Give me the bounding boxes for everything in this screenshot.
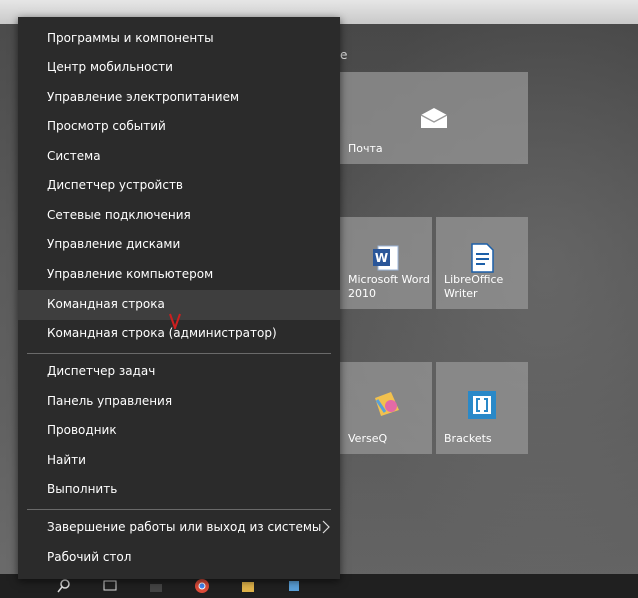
menu-item-programs-features[interactable]: Программы и компоненты	[18, 24, 340, 54]
menu-item-search[interactable]: Найти	[18, 446, 340, 476]
menu-item-run[interactable]: Выполнить	[18, 475, 340, 505]
tile-word[interactable]: W Microsoft Word 2010	[340, 217, 432, 309]
menu-item-control-panel[interactable]: Панель управления	[18, 387, 340, 417]
annotation-checkmark-icon	[169, 313, 181, 333]
menu-item-label: Управление дисками	[47, 237, 181, 251]
chrome-icon[interactable]	[194, 578, 212, 594]
menu-item-power-options[interactable]: Управление электропитанием	[18, 83, 340, 113]
menu-item-label: Центр мобильности	[47, 60, 173, 74]
tile-brackets-label: Brackets	[444, 432, 492, 445]
menu-item-event-viewer[interactable]: Просмотр событий	[18, 112, 340, 142]
mail-icon	[418, 106, 450, 130]
menu-item-computer-management[interactable]: Управление компьютером	[18, 260, 340, 290]
menu-item-label: Проводник	[47, 423, 117, 437]
menu-item-label: Просмотр событий	[47, 119, 166, 133]
tile-mail[interactable]: Почта	[340, 72, 528, 164]
taskbar-app-icon-3[interactable]	[286, 578, 304, 594]
taskbar-app-icon[interactable]	[148, 578, 166, 594]
menu-item-label: Система	[47, 149, 101, 163]
word-icon: W	[371, 243, 401, 273]
menu-item-label: Выполнить	[47, 482, 118, 496]
tile-mail-label: Почта	[348, 142, 383, 155]
menu-item-file-explorer[interactable]: Проводник	[18, 416, 340, 446]
menu-item-system[interactable]: Система	[18, 142, 340, 172]
menu-separator	[27, 509, 331, 510]
menu-item-label: Диспетчер задач	[47, 364, 156, 378]
search-icon[interactable]	[56, 578, 74, 594]
task-view-icon[interactable]	[102, 578, 120, 594]
menu-item-label: Сетевые подключения	[47, 208, 191, 222]
menu-item-label: Программы и компоненты	[47, 31, 214, 45]
verseq-icon	[370, 388, 404, 420]
menu-separator	[27, 353, 331, 354]
menu-item-label: Командная строка (администратор)	[47, 326, 277, 340]
menu-item-label: Командная строка	[47, 297, 165, 311]
menu-item-label: Диспетчер устройств	[47, 178, 184, 192]
tile-verseq-label: VerseQ	[348, 432, 388, 445]
menu-item-desktop[interactable]: Рабочий стол	[18, 543, 340, 573]
chevron-right-icon	[322, 520, 330, 537]
menu-item-label: Завершение работы или выход из системы	[47, 520, 322, 534]
taskbar-app-icon-2[interactable]	[240, 578, 258, 594]
tile-libreoffice-label: LibreOffice Writer	[444, 273, 504, 300]
tile-group-label: е	[340, 48, 348, 62]
winx-context-menu: Программы и компоненты Центр мобильности…	[18, 17, 340, 579]
menu-item-label: Управление компьютером	[47, 267, 214, 281]
writer-icon	[467, 243, 497, 273]
tile-brackets[interactable]: Brackets	[436, 362, 528, 454]
menu-item-label: Рабочий стол	[47, 550, 132, 564]
menu-item-disk-management[interactable]: Управление дисками	[18, 230, 340, 260]
menu-item-label: Управление электропитанием	[47, 90, 239, 104]
tile-libreoffice-writer[interactable]: LibreOffice Writer	[436, 217, 528, 309]
svg-text:W: W	[375, 251, 388, 265]
menu-item-label: Панель управления	[47, 394, 173, 408]
menu-item-label: Найти	[47, 453, 86, 467]
tile-verseq[interactable]: VerseQ	[340, 362, 432, 454]
tile-word-label: Microsoft Word 2010	[348, 273, 430, 300]
brackets-icon	[467, 390, 497, 420]
menu-item-device-manager[interactable]: Диспетчер устройств	[18, 171, 340, 201]
menu-item-network-connections[interactable]: Сетевые подключения	[18, 201, 340, 231]
menu-item-task-manager[interactable]: Диспетчер задач	[18, 357, 340, 387]
menu-item-mobility-center[interactable]: Центр мобильности	[18, 53, 340, 83]
menu-item-shutdown-signout[interactable]: Завершение работы или выход из системы	[18, 513, 340, 543]
